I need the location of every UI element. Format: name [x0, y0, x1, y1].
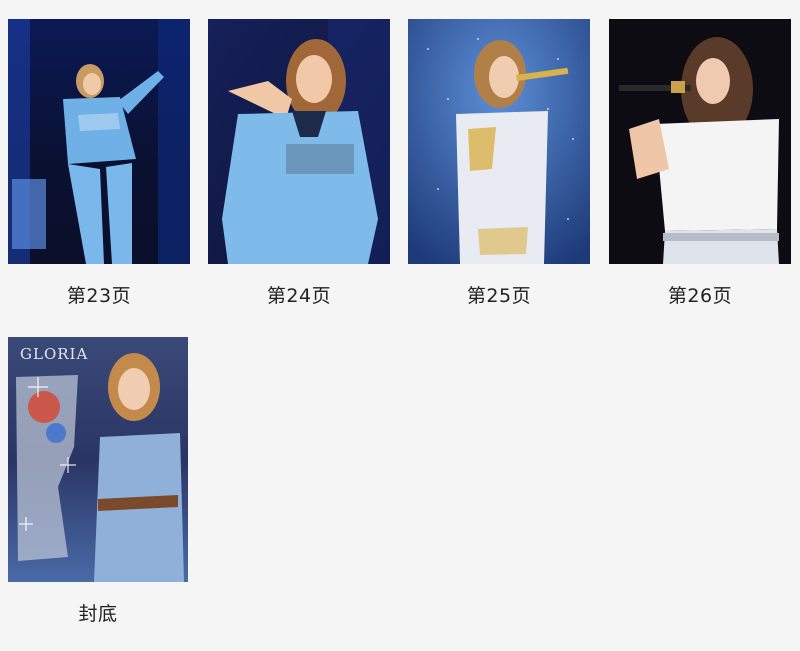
page-label: 第23页	[66, 285, 132, 307]
page-label: 封底	[78, 603, 118, 625]
back-cover-thumbnail[interactable]: GLORIA 封底	[8, 337, 188, 627]
page-thumbnail-24[interactable]: 第24页	[208, 19, 390, 309]
page-thumbnail-26[interactable]: 第26页	[609, 19, 791, 309]
performer-white-tee-microphone-photo	[609, 19, 791, 264]
performer-white-sequin-singing-photo	[408, 19, 590, 264]
thumbnail-grid: 第23页 第24页 第25页 第26页 GLORIA 封底	[0, 0, 800, 651]
page-label: 第25页	[466, 285, 532, 307]
performer-blue-jersey-pointing-photo	[8, 19, 190, 264]
performer-blue-jersey-closeup-photo	[208, 19, 390, 264]
page-thumbnail-23[interactable]: 第23页	[8, 19, 190, 309]
page-label: 第26页	[667, 285, 733, 307]
page-thumbnail-25[interactable]: 第25页	[408, 19, 590, 309]
performer-trophy-gloria-cover-photo: GLORIA	[8, 337, 188, 582]
page-label: 第24页	[266, 285, 332, 307]
cover-title-lettering: GLORIA	[20, 345, 88, 363]
